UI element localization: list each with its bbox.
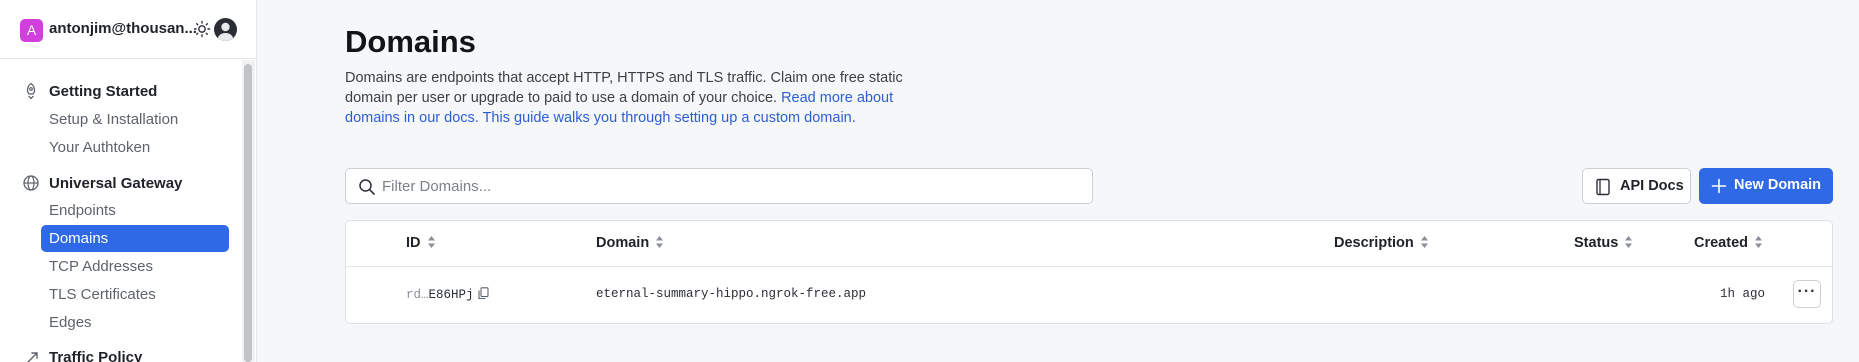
sidebar-section-universal-gateway[interactable]: Universal Gateway [49, 175, 182, 192]
sidebar-item-tls-certificates[interactable]: TLS Certificates [49, 286, 156, 303]
sidebar-section-traffic-policy[interactable]: Traffic Policy [49, 349, 142, 362]
api-docs-label: API Docs [1620, 178, 1684, 194]
sidebar-item-tcp-addresses[interactable]: TCP Addresses [49, 258, 153, 275]
new-domain-label: New Domain [1734, 177, 1822, 193]
sort-icon [427, 236, 435, 249]
sidebar-item-your-authtoken[interactable]: Your Authtoken [49, 139, 150, 156]
column-header-status[interactable]: Status [1574, 235, 1633, 251]
table-header: ID Domain Description Status Created [346, 221, 1832, 267]
filter-domains-input[interactable] [382, 169, 1072, 203]
user-profile-icon[interactable] [214, 18, 237, 41]
column-header-domain[interactable]: Domain [596, 235, 664, 251]
search-icon [359, 179, 375, 195]
id-value: E86HPj [428, 288, 474, 302]
filter-domains-field[interactable] [345, 168, 1093, 204]
custom-domain-guide-link[interactable]: This guide walks you through setting up … [483, 110, 856, 126]
more-options-icon: ··· [1797, 283, 1817, 300]
sort-icon [1420, 236, 1428, 249]
sun-icon[interactable] [193, 20, 211, 38]
plus-icon [1711, 178, 1727, 194]
sidebar: A antonjim@thousan... Getting Started Se… [0, 0, 257, 362]
traffic-policy-icon [27, 352, 38, 362]
column-label-status: Status [1574, 235, 1619, 251]
account-avatar: A [20, 19, 43, 42]
new-domain-button[interactable]: New Domain [1699, 168, 1833, 204]
sidebar-section-getting-started[interactable]: Getting Started [49, 83, 157, 100]
cell-created: 1h ago [1720, 287, 1766, 301]
globe-icon [23, 175, 39, 191]
page-title: Domains [345, 24, 476, 59]
sidebar-item-endpoints[interactable]: Endpoints [49, 202, 116, 219]
cell-id: rd…E86HPj [406, 287, 489, 302]
column-header-created[interactable]: Created [1694, 235, 1763, 251]
id-prefix: rd… [406, 288, 429, 302]
api-docs-button[interactable]: API Docs [1582, 168, 1691, 204]
row-more-options-button[interactable]: ··· [1793, 280, 1821, 308]
cell-domain[interactable]: eternal-summary-hippo.ngrok-free.app [596, 287, 866, 301]
account-switcher[interactable]: A antonjim@thousan... [0, 0, 257, 59]
column-label-id: ID [406, 235, 421, 251]
sidebar-item-domains-label: Domains [49, 230, 109, 247]
page-description: Domains are endpoints that accept HTTP, … [345, 68, 925, 128]
column-header-description[interactable]: Description [1334, 235, 1429, 251]
book-icon [1596, 178, 1610, 196]
domains-table: ID Domain Description Status Created rd…… [345, 220, 1833, 324]
rocket-icon [26, 82, 36, 100]
sort-icon [656, 236, 664, 249]
sidebar-scrollbar-thumb[interactable] [244, 64, 252, 362]
sidebar-item-edges[interactable]: Edges [49, 314, 92, 331]
column-header-id[interactable]: ID [406, 235, 436, 251]
sidebar-item-setup-installation[interactable]: Setup & Installation [49, 111, 178, 128]
column-label-domain: Domain [596, 235, 650, 251]
account-email: antonjim@thousan... [49, 20, 197, 37]
sort-icon [1755, 236, 1762, 249]
column-label-created: Created [1694, 235, 1748, 251]
sort-icon [1625, 236, 1633, 249]
copy-icon[interactable] [477, 287, 489, 300]
column-label-description: Description [1334, 235, 1414, 251]
